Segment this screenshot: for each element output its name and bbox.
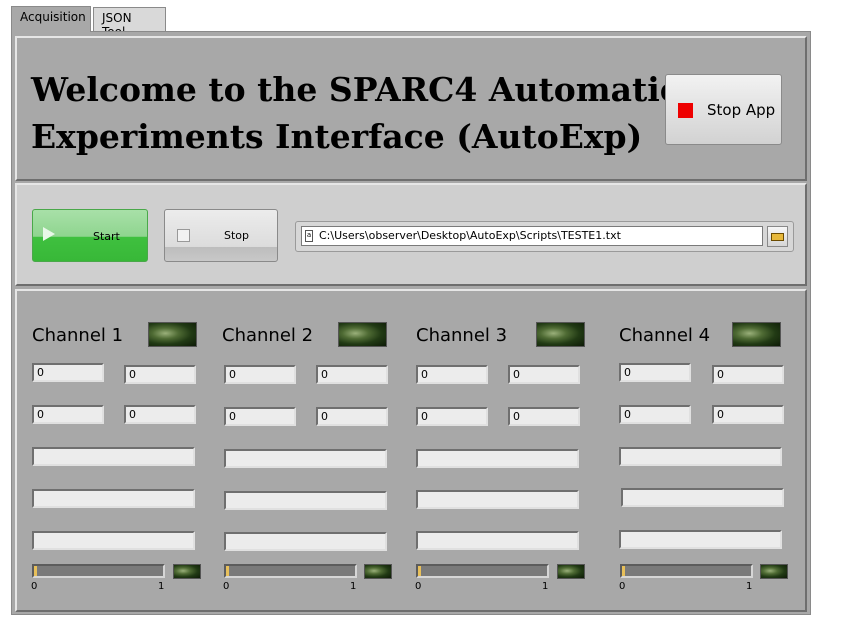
browse-button[interactable] (767, 226, 788, 247)
channel-field-1[interactable]: 0 (224, 365, 296, 384)
channel-field-1[interactable]: 0 (416, 365, 488, 384)
channel-text-1[interactable] (224, 449, 387, 468)
channel-title: Channel 1 (32, 325, 124, 346)
folder-icon (771, 233, 784, 241)
channel-field-3[interactable]: 0 (224, 407, 296, 426)
channel-text-2[interactable] (224, 491, 387, 510)
title-section: Welcome to the SPARC4 Automatic Experime… (15, 36, 807, 181)
channel-title: Channel 4 (619, 325, 711, 346)
scale-min-label: 0 (223, 581, 230, 592)
channel-text-2[interactable] (416, 490, 579, 509)
stop-label: Stop (224, 229, 250, 242)
scale-max-label: 1 (350, 581, 357, 592)
channel-text-3[interactable] (416, 531, 579, 550)
progress-fill (622, 566, 625, 576)
stop-app-button[interactable]: Stop App (665, 74, 782, 145)
script-path-field[interactable]: a C:\Users\observer\Desktop\AutoExp\Scri… (301, 226, 763, 246)
channel-progress-led (364, 564, 392, 579)
channel-field-4[interactable]: 0 (316, 407, 388, 426)
channels-section: Channel 1 0 0 0 0 0 1 Channel 2 0 0 0 0 (15, 289, 807, 612)
channel-text-2[interactable] (32, 489, 195, 508)
scale-min-label: 0 (619, 581, 626, 592)
progress-fill (418, 566, 421, 576)
channel-field-1[interactable]: 0 (619, 363, 691, 382)
progress-fill (226, 566, 229, 576)
stop-square-icon (678, 103, 693, 118)
page-title: Welcome to the SPARC4 Automatic Experime… (31, 70, 680, 156)
channel-progress-bar (416, 564, 549, 578)
channel-title: Channel 3 (416, 325, 508, 346)
channel-field-2[interactable]: 0 (316, 365, 388, 384)
main-panel: Welcome to the SPARC4 Automatic Experime… (11, 31, 811, 615)
channel-progress-led (557, 564, 585, 579)
channel-title: Channel 2 (222, 325, 314, 346)
channel-status-led (536, 322, 585, 347)
channel-text-3[interactable] (32, 531, 195, 550)
channel-field-4[interactable]: 0 (508, 407, 580, 426)
tab-json-tool[interactable]: JSON Tool (93, 7, 166, 39)
scale-min-label: 0 (415, 581, 422, 592)
channel-text-1[interactable] (619, 447, 782, 466)
scale-max-label: 1 (542, 581, 549, 592)
control-section: Start Stop a C:\Users\observer\Desktop\A… (15, 183, 807, 286)
start-label: Start (93, 230, 120, 243)
channel-text-3[interactable] (224, 532, 387, 551)
channel-progress-bar (32, 564, 165, 578)
channel-field-3[interactable]: 0 (619, 405, 691, 424)
channel-status-led (732, 322, 781, 347)
play-icon (43, 227, 55, 241)
tab-acquisition[interactable]: Acquisition (11, 6, 91, 32)
channel-field-3[interactable]: 0 (32, 405, 104, 424)
channel-text-3[interactable] (619, 530, 782, 549)
stop-square-icon (177, 229, 190, 242)
channel-field-1[interactable]: 0 (32, 363, 104, 382)
path-icon: a (305, 230, 313, 242)
channel-field-2[interactable]: 0 (124, 365, 196, 384)
progress-fill (34, 566, 37, 576)
start-button[interactable]: Start (32, 209, 148, 262)
scale-max-label: 1 (158, 581, 165, 592)
channel-status-led (338, 322, 387, 347)
channel-field-2[interactable]: 0 (712, 365, 784, 384)
channel-progress-bar (620, 564, 753, 578)
channel-field-4[interactable]: 0 (124, 405, 196, 424)
channel-field-4[interactable]: 0 (712, 405, 784, 424)
channel-text-1[interactable] (32, 447, 195, 466)
scale-max-label: 1 (746, 581, 753, 592)
channel-text-1[interactable] (416, 449, 579, 468)
channel-field-2[interactable]: 0 (508, 365, 580, 384)
channel-status-led (148, 322, 197, 347)
channel-progress-bar (224, 564, 357, 578)
stop-button[interactable]: Stop (164, 209, 278, 262)
channel-progress-led (760, 564, 788, 579)
script-path-control: a C:\Users\observer\Desktop\AutoExp\Scri… (295, 221, 794, 252)
channel-progress-led (173, 564, 201, 579)
scale-min-label: 0 (31, 581, 38, 592)
channel-field-3[interactable]: 0 (416, 407, 488, 426)
script-path-value: C:\Users\observer\Desktop\AutoExp\Script… (319, 229, 621, 242)
channel-text-2[interactable] (621, 488, 784, 507)
stop-app-label: Stop App (707, 101, 776, 119)
